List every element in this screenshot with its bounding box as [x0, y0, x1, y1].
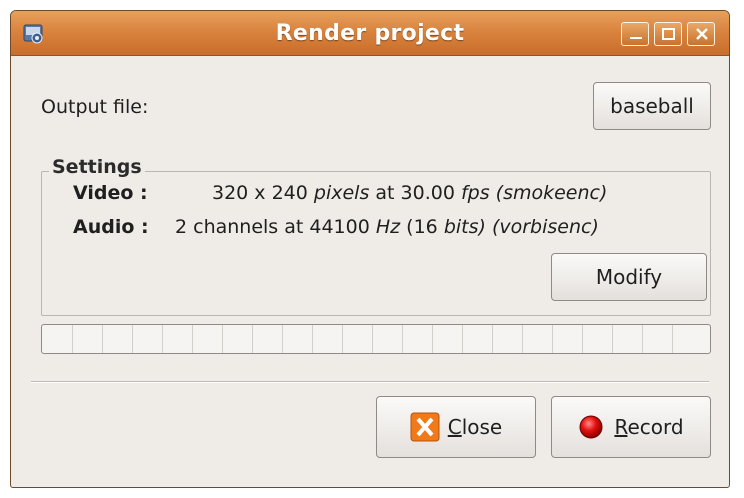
audio-value-text: 2 channels at 44100 Hz (16 bits) (vorbis… [175, 216, 599, 238]
minimize-icon [630, 37, 642, 39]
progress-segment-divider [402, 325, 403, 353]
close-button-label: Close [447, 415, 503, 439]
progress-segment-divider [522, 325, 523, 353]
progress-segment-divider [612, 325, 613, 353]
progress-segment-divider [132, 325, 133, 353]
record-button[interactable]: Record [551, 396, 711, 458]
output-file-button[interactable]: baseball [593, 82, 711, 130]
progress-segment-divider [462, 325, 463, 353]
close-icon [696, 28, 708, 40]
close-button[interactable]: Close [376, 396, 536, 458]
progress-segment-divider [162, 325, 163, 353]
record-button-label: Record [614, 415, 684, 439]
progress-segment-divider [72, 325, 73, 353]
modify-button[interactable]: Modify [551, 253, 707, 301]
progress-segment-divider [192, 325, 193, 353]
minimize-button[interactable] [621, 22, 649, 46]
record-icon [579, 415, 603, 439]
settings-title: Settings [49, 156, 145, 178]
progress-segment-divider [432, 325, 433, 353]
video-value: 320 x 240 pixels at 30.00 fps (smokeenc) [212, 182, 607, 204]
audio-value: 2 channels at 44100 Hz (16 bits) (vorbis… [175, 216, 599, 238]
video-row: Video : [73, 182, 148, 204]
progress-segment-divider [282, 325, 283, 353]
progress-segment-divider [252, 325, 253, 353]
output-file-label: Output file: [41, 96, 149, 118]
progress-segment-divider [312, 325, 313, 353]
render-project-window: Render project Output file: baseball Set… [10, 10, 730, 488]
close-x-icon [410, 412, 440, 442]
video-label: Video : [73, 182, 148, 204]
progress-segment-divider [372, 325, 373, 353]
audio-label: Audio : [73, 216, 149, 238]
maximize-icon [662, 28, 675, 40]
title-bar[interactable]: Render project [11, 11, 729, 56]
progress-segment-divider [672, 325, 673, 353]
audio-row: Audio : [73, 216, 149, 238]
progress-segment-divider [222, 325, 223, 353]
progress-segment-divider [102, 325, 103, 353]
progress-segment-divider [582, 325, 583, 353]
dialog-content: Output file: baseball Settings Video : 3… [11, 56, 729, 487]
separator [31, 381, 709, 383]
maximize-button[interactable] [654, 22, 682, 46]
video-value-text: 320 x 240 pixels at 30.00 fps (smokeenc) [212, 182, 608, 204]
progress-segment-divider [492, 325, 493, 353]
progress-segment-divider [342, 325, 343, 353]
progress-segment-divider [642, 325, 643, 353]
render-progress-bar [41, 324, 711, 354]
close-window-button[interactable] [687, 22, 715, 46]
progress-segment-divider [552, 325, 553, 353]
